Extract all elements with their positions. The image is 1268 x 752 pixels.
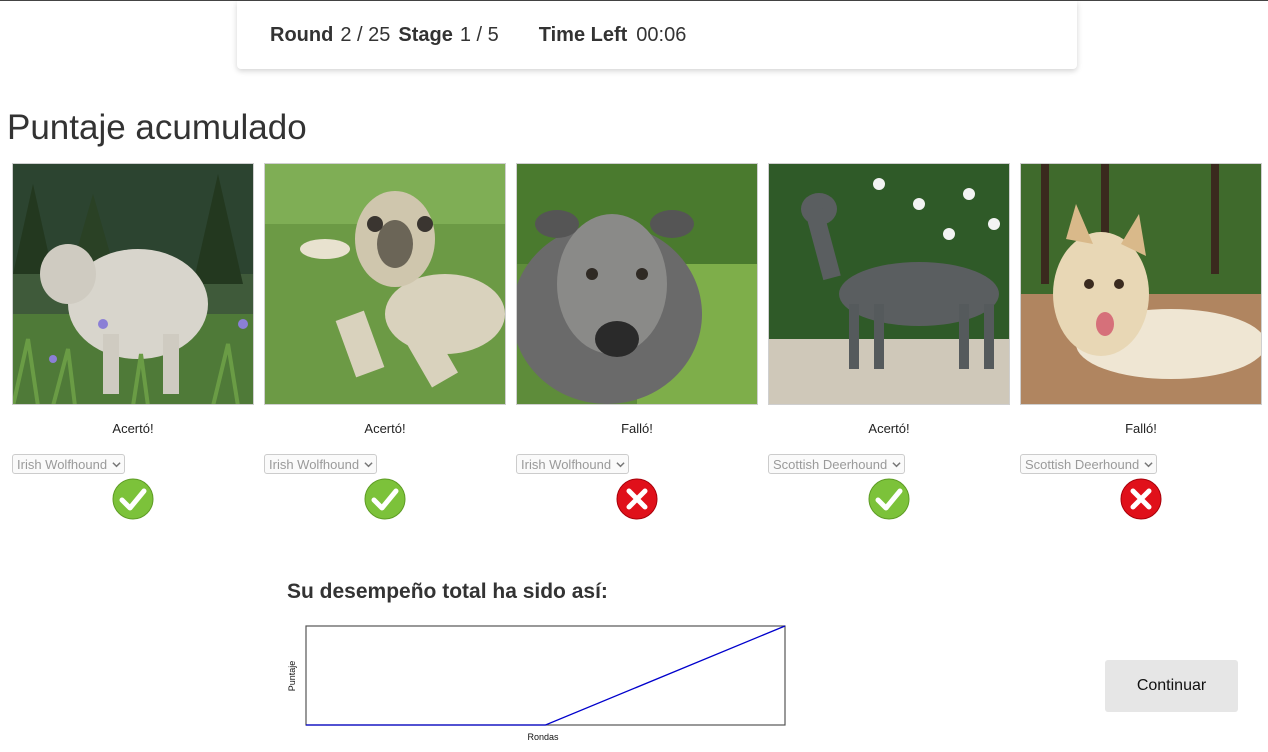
performance-title: Su desempeño total ha sido así:: [287, 580, 608, 603]
y-axis-label: Puntaje: [287, 661, 297, 692]
breed-select-value: Scottish Deerhound: [773, 456, 888, 472]
performance-chart: Puntaje Rondas: [287, 625, 786, 742]
result-card: Falló! Scottish Deerhound: [1020, 163, 1262, 523]
breed-select[interactable]: Irish Wolfhound: [12, 454, 126, 474]
stage-label: Stage: [398, 23, 453, 46]
verdict-text: Falló!: [621, 421, 653, 436]
x-circle-icon: [616, 478, 658, 520]
verdict-text: Acertó!: [364, 421, 406, 436]
verdict-text: Acertó!: [112, 421, 154, 436]
status-bar: Round 2 / 25 Stage 1 / 5 Time Left 00:06: [237, 1, 1077, 69]
time-left-value: 00:06: [636, 23, 687, 46]
timer: Time Left 00:06: [539, 24, 687, 47]
round-value: 2 / 25: [340, 23, 391, 46]
result-card: Falló! Irish Wolfhound: [516, 163, 758, 523]
check-circle-icon: [364, 478, 406, 520]
x-circle-icon: [1120, 478, 1162, 520]
dog-photo: [12, 163, 254, 405]
dog-photo: [264, 163, 506, 405]
dog-photo: [1020, 163, 1262, 405]
breed-select[interactable]: Irish Wolfhound: [264, 454, 378, 474]
check-circle-icon: [868, 478, 910, 520]
verdict-text: Falló!: [1125, 421, 1157, 436]
dog-photo: [516, 163, 758, 405]
plot-frame: [305, 625, 786, 726]
dog-photo: [768, 163, 1010, 405]
chevron-down-icon: [616, 461, 625, 467]
breed-select-value: Scottish Deerhound: [1025, 456, 1140, 472]
results-grid: Acertó! Irish Wolfhound Acertó! Irish Wo…: [12, 163, 1264, 523]
round-indicator: Round 2 / 25: [270, 24, 390, 47]
chevron-down-icon: [892, 461, 901, 467]
x-axis-label: Rondas: [527, 732, 559, 742]
breed-select[interactable]: Irish Wolfhound: [516, 454, 630, 474]
verdict-text: Acertó!: [868, 421, 910, 436]
chevron-down-icon: [1144, 461, 1153, 467]
time-left-label: Time Left: [538, 23, 628, 46]
breed-select-value: Irish Wolfhound: [269, 456, 360, 472]
continue-button[interactable]: Continuar: [1105, 660, 1238, 712]
result-card: Acertó! Irish Wolfhound: [264, 163, 506, 523]
result-card: Acertó! Irish Wolfhound: [12, 163, 254, 523]
breed-select-value: Irish Wolfhound: [521, 456, 612, 472]
breed-select[interactable]: Scottish Deerhound: [768, 454, 906, 474]
chevron-down-icon: [112, 461, 121, 467]
stage-indicator: Stage 1 / 5: [398, 24, 498, 47]
page-title: Puntaje acumulado: [7, 108, 307, 147]
check-circle-icon: [112, 478, 154, 520]
breed-select[interactable]: Scottish Deerhound: [1020, 454, 1158, 474]
result-card: Acertó! Scottish Deerhound: [768, 163, 1010, 523]
breed-select-value: Irish Wolfhound: [17, 456, 108, 472]
chevron-down-icon: [364, 461, 373, 467]
round-label: Round: [270, 23, 334, 46]
stage-value: 1 / 5: [459, 23, 499, 46]
